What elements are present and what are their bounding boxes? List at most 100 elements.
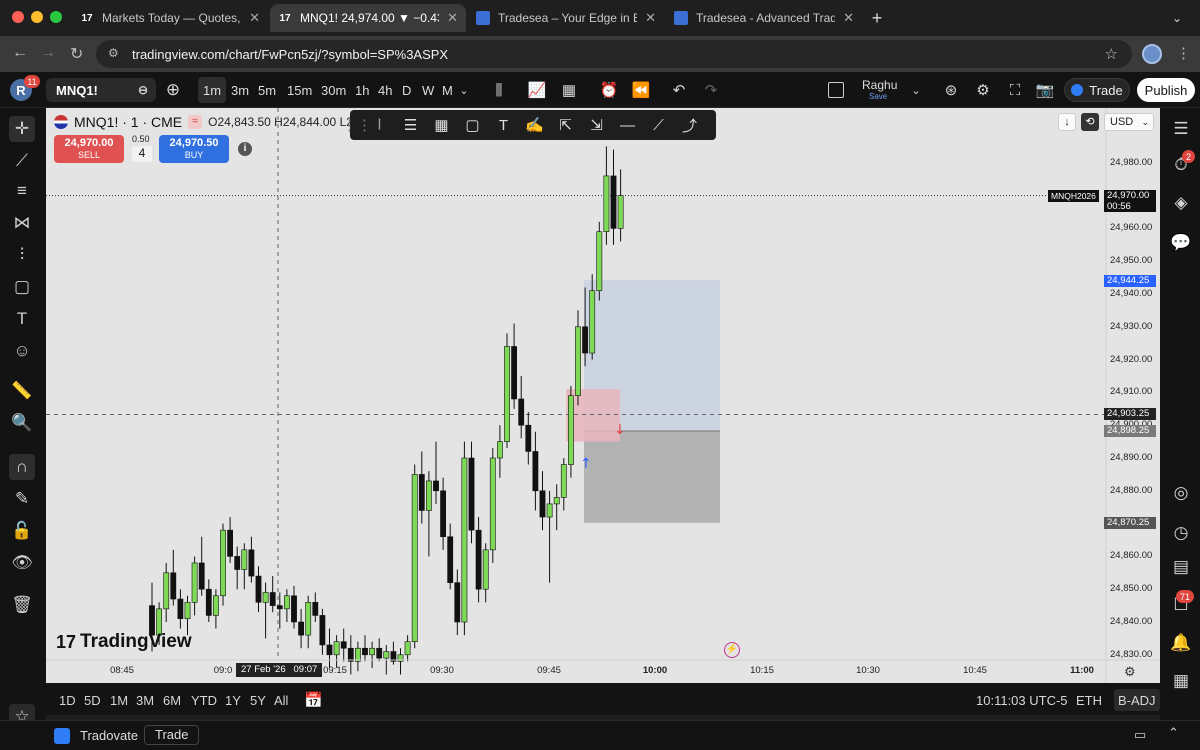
text-icon[interactable]: T [488, 110, 519, 140]
profile-avatar[interactable] [1142, 44, 1162, 64]
close-tab-icon[interactable]: ✕ [843, 10, 854, 26]
info-icon[interactable]: i [238, 142, 252, 156]
compare-symbol-icon[interactable]: ⊕ [162, 78, 184, 102]
timeframe-d[interactable]: D [397, 77, 416, 103]
market-status-icon[interactable]: ≈ [188, 115, 203, 129]
range-1d[interactable]: 1D [59, 689, 76, 711]
target-icon[interactable]: ◎ [1168, 480, 1194, 506]
close-tab-icon[interactable]: ✕ [645, 10, 656, 26]
watchlist-icon[interactable]: ☰ [1168, 116, 1194, 142]
scroll-to-latest-icon[interactable]: ↓ [1058, 113, 1076, 131]
timeframe-1m[interactable]: 1m [198, 77, 227, 103]
rectangle-icon[interactable]: ▢ [457, 110, 488, 140]
timeframe-dropdown-icon[interactable]: ⌄ [456, 78, 472, 102]
symbol-options-icon[interactable]: ⊖ [138, 83, 148, 97]
footer-trade-button[interactable]: Trade [144, 725, 200, 745]
forward-icon[interactable]: → [40, 44, 56, 62]
range-5d[interactable]: 5D [84, 689, 101, 711]
product-menu-icon[interactable]: ▦ [1168, 668, 1194, 694]
range-5y[interactable]: 5Y [250, 689, 266, 711]
lock-icon[interactable]: 🔓 [9, 518, 35, 544]
fib-retracement-icon[interactable]: ≡ [9, 178, 35, 204]
currency-select[interactable]: USD ⌄ [1104, 113, 1154, 131]
browser-tab-chart[interactable]: 17 MNQ1! 24,974.00 ▼ −0.43% ✕ [270, 4, 466, 32]
close-tab-icon[interactable]: ✕ [249, 10, 260, 26]
indicators-icon[interactable]: 📈 [526, 78, 548, 102]
session-toggle[interactable]: ETH [1076, 689, 1102, 711]
buy-button[interactable]: 24,970.50 BUY [159, 135, 229, 163]
range-1m[interactable]: 1M [110, 689, 128, 711]
prediction-icon[interactable]: ⫶ [9, 242, 35, 268]
trade-button[interactable]: Trade [1064, 78, 1130, 102]
pattern-icon[interactable]: ⋈ [9, 210, 35, 236]
polyline-icon[interactable]: ⤴ [674, 110, 705, 140]
fullscreen-icon[interactable]: ⛶ [1004, 78, 1026, 102]
horizontal-line-icon[interactable]: — [612, 110, 643, 140]
layout-dropdown-icon[interactable]: ⌄ [908, 78, 924, 102]
price-chart-svg[interactable]: ↑↓ [46, 108, 1160, 683]
adjustment-toggle[interactable]: B-ADJ [1114, 689, 1160, 711]
event-marker-icon[interactable]: ⚡ [724, 642, 740, 658]
long-position-icon[interactable]: ⇱ [550, 110, 581, 140]
window-close-button[interactable] [12, 11, 24, 23]
browser-tab-tradesea[interactable]: Tradesea – Your Edge in Every ✕ [468, 4, 664, 32]
url-bar[interactable]: ⚙ tradingview.com/chart/FwPcn5zj/?symbol… [96, 40, 1132, 68]
candle-type-icon[interactable]: ⫼ [488, 78, 510, 102]
chart-pane[interactable]: ↑ ↓ MNQ1! · 1 · CME ≈ O24,843.50 H24,844.… [46, 108, 1160, 683]
bookmark-star-icon[interactable]: ☆ [1105, 45, 1118, 63]
chat-icon[interactable]: 💬 [1168, 230, 1194, 256]
timeframe-15m[interactable]: 15m [282, 77, 317, 103]
text-tool-icon[interactable]: T [9, 306, 35, 332]
window-zoom-button[interactable] [50, 11, 62, 23]
range-ytd[interactable]: YTD [191, 689, 217, 711]
trash-icon[interactable]: 🗑 [9, 592, 35, 618]
timeframe-3m[interactable]: 3m [226, 77, 254, 103]
replay-icon[interactable]: ⏪ [630, 78, 652, 102]
broker-name[interactable]: Tradovate [80, 728, 138, 743]
new-tab-button[interactable]: + [866, 6, 888, 30]
panel-collapse-icon[interactable]: ⌃ [1168, 725, 1179, 741]
publish-button[interactable]: Publish [1137, 78, 1195, 102]
trend-line-icon[interactable]: ⟋ [9, 148, 35, 174]
brush-icon[interactable]: ✍ [519, 110, 550, 140]
clock-display[interactable]: 10:11:03 UTC-5 [976, 689, 1068, 711]
tab-search-chevron-icon[interactable]: ⌄ [1166, 6, 1188, 30]
icons-tool-icon[interactable]: ☺ [9, 338, 35, 364]
back-icon[interactable]: ← [12, 44, 28, 62]
timeframe-5m[interactable]: 5m [253, 77, 281, 103]
settings-icon[interactable]: ⚙ [972, 78, 994, 102]
quick-search-icon[interactable]: ⊛ [940, 78, 962, 102]
hide-drawings-icon[interactable]: 👁 [9, 550, 35, 576]
ruler-icon[interactable]: 📏 [9, 378, 35, 404]
reload-icon[interactable]: ↻ [70, 44, 83, 64]
window-minimize-button[interactable] [31, 11, 43, 23]
range-1y[interactable]: 1Y [225, 689, 241, 711]
ray-icon[interactable]: ⟋ [643, 110, 674, 140]
legend-symbol[interactable]: MNQ1! · 1 · CME [74, 114, 182, 130]
geometric-shapes-icon[interactable]: ▢ [9, 274, 35, 300]
layout-icon[interactable] [828, 82, 844, 98]
undo-icon[interactable]: ↶ [668, 78, 690, 102]
short-position-icon[interactable]: ⇲ [581, 110, 612, 140]
auto-scale-icon[interactable]: ⟲ [1081, 113, 1099, 131]
zoom-in-icon[interactable]: 🔍 [9, 410, 35, 436]
range-3m[interactable]: 3M [136, 689, 154, 711]
redo-icon[interactable]: ↷ [700, 78, 722, 102]
templates-icon[interactable]: ▦ [558, 78, 580, 102]
browser-tab-markets[interactable]: 17 Markets Today — Quotes, Ch ✕ [72, 4, 268, 32]
drawing-mode-icon[interactable]: ✎ [9, 486, 35, 512]
range-all[interactable]: All [274, 689, 288, 711]
chart-settings-gear-icon[interactable]: ⚙ [1124, 664, 1136, 680]
site-settings-icon[interactable]: ⚙ [108, 46, 119, 60]
crosshair-icon[interactable]: ✛ [9, 116, 35, 142]
path-tool-icon[interactable]: ⦚ [364, 110, 395, 140]
panel-maximize-icon[interactable]: ▭ [1134, 727, 1146, 743]
symbol-search-input[interactable]: MNQ1! ⊖ [46, 78, 156, 102]
sell-button[interactable]: 24,970.00 SELL [54, 135, 124, 163]
layers-icon[interactable]: ◈ [1168, 190, 1194, 216]
magnet-icon[interactable]: ∩ [9, 454, 35, 480]
timeframe-1h[interactable]: 1h [350, 77, 374, 103]
hotlist-icon[interactable]: ◷ [1168, 520, 1194, 546]
timeframe-m[interactable]: M [437, 77, 458, 103]
calendar-icon[interactable]: ▤ [1168, 554, 1194, 580]
